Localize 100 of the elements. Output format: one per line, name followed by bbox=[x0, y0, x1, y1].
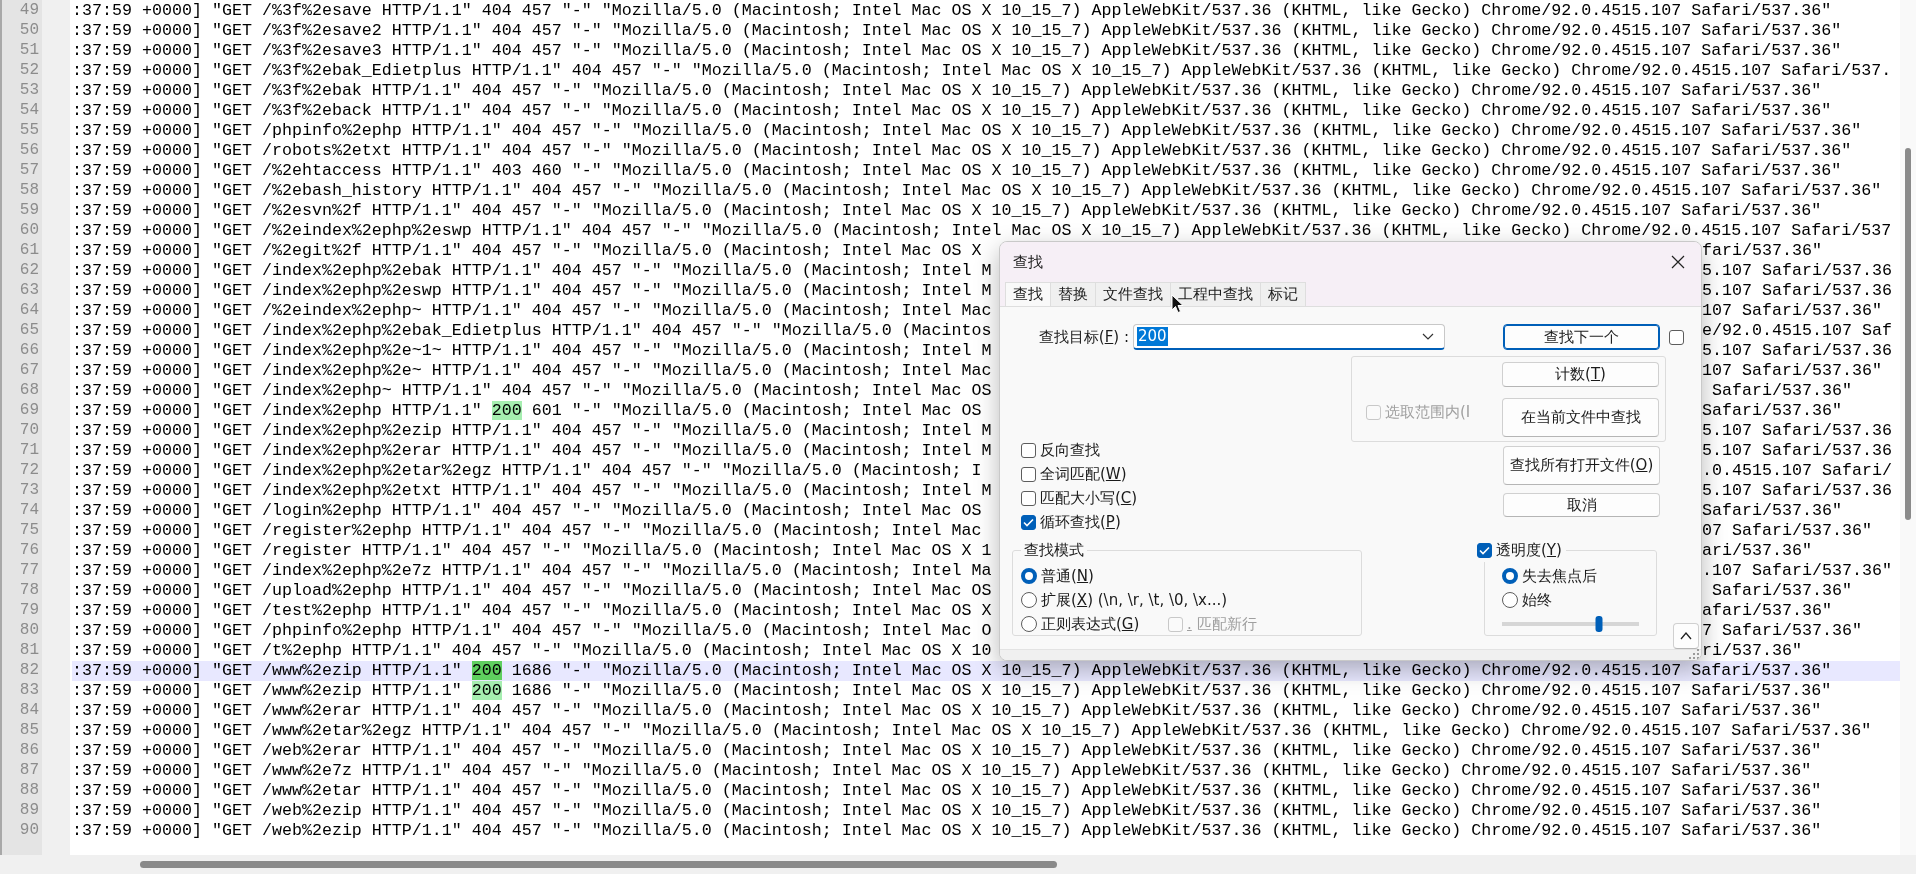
line-number: 57 bbox=[18, 161, 40, 181]
checkbox[interactable] bbox=[1021, 466, 1036, 482]
close-icon bbox=[1671, 255, 1685, 269]
code-text: :37:59 +0000] "GET /phpinfo%2ephp HTTP/1.1" 404 457 "-" "Mozilla/5.0 (Macintosh; Intel Mac OS X 10_15_7) AppleWebKit/537.36 (KHTML, like Gecko) Chrome/92.0.4515.107 Safari/537.36" bbox=[72, 121, 1862, 140]
line-number: 80 bbox=[18, 621, 40, 641]
code-text: :37:59 +0000] "GET /web%2ezip HTTP/1.1" 404 457 "-" "Mozilla/5.0 (Macintosh; Intel Mac OS X 10_15_7) AppleWebKit/537.36 (KHTML, like Gecko) Chrome/92.0.4515.107 Safari/537.36" bbox=[72, 801, 1822, 820]
line-number: 87 bbox=[18, 761, 40, 781]
dropdown-caret-icon bbox=[1422, 333, 1434, 340]
line-number: 59 bbox=[18, 201, 40, 221]
code-text: :37:59 +0000] "GET /index%2ephp HTTP/1.1" bbox=[72, 401, 483, 420]
code-text: :37:59 +0000] "GET /index%2ephp%2ebak HTTP/1.1" 404 457 "-" "Mozilla/5.0 (Macintosh; Intel M bbox=[72, 261, 992, 280]
code-text: Safari/537.36" bbox=[1702, 401, 1843, 421]
radio-label: 始终 bbox=[1522, 589, 1552, 611]
line-number: 86 bbox=[18, 741, 40, 761]
code-text: :37:59 +0000] "GET /%3f%2esave2 HTTP/1.1" 404 457 "-" "Mozilla/5.0 (Macintosh; Intel Mac OS X 10_15_7) AppleWebKit/537.36 (KHTML, like Gecko) Chrome/92.0.4515.107 Safari/537.36" bbox=[72, 21, 1842, 40]
checkbox[interactable] bbox=[1021, 490, 1036, 506]
code-text: :37:59 +0000] "GET /web%2erar HTTP/1.1" 404 457 "-" "Mozilla/5.0 (Macintosh; Intel Mac OS X 10_15_7) AppleWebKit/537.36 (KHTML, like Gecko) Chrome/92.0.4515.107 Safari/537.36" bbox=[72, 741, 1822, 760]
tab[interactable]: 工程中查找 bbox=[1170, 282, 1261, 306]
code-text: 107 Safari/537.36" bbox=[1702, 301, 1883, 321]
code-text: :37:59 +0000] "GET /t%2ephp HTTP/1.1" 404 457 "-" "Mozilla/5.0 (Macintosh; Intel Mac OS X 10 bbox=[72, 641, 992, 660]
radio-button[interactable] bbox=[1021, 616, 1037, 632]
code-text: :37:59 +0000] "GET /www%2e7z HTTP/1.1" 404 457 "-" "Mozilla/5.0 (Macintosh; Intel Mac OS X 10_15_7) AppleWebKit/537.36 (KHTML, like Gecko) Chrome/92.0.4515.107 Safari/537.36" bbox=[72, 761, 1812, 780]
radio-button[interactable] bbox=[1021, 568, 1037, 584]
line-number: 55 bbox=[18, 121, 40, 141]
selected-search-match: 200 bbox=[471, 661, 502, 680]
code-text: :37:59 +0000] "GET /%2eindex%2ephp%2eswp HTTP/1.1" 404 457 "-" "Mozilla/5.0 (Macintosh; Intel Mac OS X 10_15_7) AppleWebKit/537.36 (KHTML, like Gecko) Chrome/92.0.4515.107 Safari/537 bbox=[72, 221, 1892, 240]
line-number: 85 bbox=[18, 721, 40, 741]
code-text: ri/537.36" bbox=[1702, 641, 1803, 661]
code-text: 1686 "-" "Mozilla/5.0 (Macintosh; Intel Mac OS X 10_15_7) AppleWebKit/537.36 (KHTML, like Gecko) Chrome/92.0.4515.107 Safari/537.36" bbox=[510, 681, 1832, 700]
code-text: 5.107 Safari/537.36 bbox=[1702, 441, 1893, 461]
slider-thumb[interactable] bbox=[1595, 616, 1603, 632]
code-text: 7 Safari/537.36" bbox=[1702, 621, 1863, 641]
code-text: :37:59 +0000] "GET /%2eindex%2ephp~ HTTP/1.1" 404 457 "-" "Mozilla/5.0 (Macintosh; Intel Mac bbox=[72, 301, 992, 320]
line-number: 90 bbox=[18, 821, 40, 841]
code-text: .0.4515.107 Safari/ bbox=[1702, 461, 1893, 481]
line-number: 78 bbox=[18, 581, 40, 601]
count-button[interactable]: 计数(T) bbox=[1502, 362, 1659, 387]
tab[interactable]: 文件查找 bbox=[1095, 282, 1171, 306]
code-text: 5.107 Safari/537.36 bbox=[1702, 421, 1893, 441]
code-text: :37:59 +0000] "GET /index%2ephp%2ebak_Edietplus HTTP/1.1" 404 457 "-" "Mozilla/5.0 (Macintos bbox=[72, 321, 992, 340]
scrollbar-thumb[interactable] bbox=[140, 861, 1057, 868]
line-number: 61 bbox=[18, 241, 40, 261]
code-text: :37:59 +0000] "GET /upload%2ephp HTTP/1.1" 404 457 "-" "Mozilla/5.0 (Macintosh; Intel Mac OS bbox=[72, 581, 992, 600]
tab[interactable]: 替换 bbox=[1050, 282, 1096, 306]
code-text: afari/537.36" bbox=[1702, 601, 1833, 621]
code-text: :37:59 +0000] "GET /www%2etar HTTP/1.1" 404 457 "-" "Mozilla/5.0 (Macintosh; Intel Mac OS X 10_15_7) AppleWebKit/537.36 (KHTML, like Gecko) Chrome/92.0.4515.107 Safari/537.36" bbox=[72, 781, 1822, 800]
radio-label: 扩展(X) (\n, \r, \t, \0, \x...) bbox=[1041, 589, 1228, 611]
tab[interactable]: 标记 bbox=[1260, 282, 1306, 306]
collapse-button[interactable] bbox=[1673, 623, 1699, 649]
code-text: 601 "-" "Mozilla/5.0 (Macintosh; Intel Mac OS bbox=[530, 401, 982, 420]
code-text: :37:59 +0000] "GET /index%2ephp%2erar HTTP/1.1" 404 457 "-" "Mozilla/5.0 (Macintosh; Intel M bbox=[72, 441, 992, 460]
checkbox[interactable] bbox=[1021, 514, 1036, 530]
code-text: e/92.0.4515.107 Saf bbox=[1702, 321, 1893, 341]
checkbox-label: . 匹配新行 bbox=[1187, 613, 1257, 635]
code-text: :37:59 +0000] "GET /%2egit%2f HTTP/1.1" 404 457 "-" "Mozilla/5.0 (Macintosh; Intel Mac OS X bbox=[72, 241, 982, 260]
code-text: :37:59 +0000] "GET /index%2ephp%2e~1~ HTTP/1.1" 404 457 "-" "Mozilla/5.0 (Macintosh; Intel M bbox=[72, 341, 992, 360]
find-in-current-file-button[interactable]: 在当前文件中查找 bbox=[1502, 398, 1659, 437]
code-text: 107 Safari/537.36" bbox=[1702, 361, 1883, 381]
code-text: :37:59 +0000] "GET /robots%2etxt HTTP/1.1" 404 457 "-" "Mozilla/5.0 (Macintosh; Intel Mac OS X 10_15_7) AppleWebKit/537.36 (KHTML, like Gecko) Chrome/92.0.4515.107 Safari/537.36" bbox=[72, 141, 1852, 160]
line-number: 89 bbox=[18, 801, 40, 821]
line-number: 83 bbox=[18, 681, 40, 701]
code-text: Safari/537.36" bbox=[1711, 381, 1853, 401]
checkbox[interactable] bbox=[1669, 329, 1684, 345]
tab[interactable]: 查找 bbox=[1005, 282, 1051, 307]
line-number: 74 bbox=[18, 501, 40, 521]
radio-button[interactable] bbox=[1502, 592, 1518, 608]
checkbox[interactable] bbox=[1021, 442, 1036, 458]
code-text: :37:59 +0000] "GET /index%2ephp%2e7z HTTP/1.1" 404 457 "-" "Mozilla/5.0 (Macintosh; Intel Ma bbox=[72, 561, 992, 580]
radio-button[interactable] bbox=[1502, 568, 1518, 584]
radio-label: 普通(N) bbox=[1041, 565, 1094, 587]
line-number: 49 bbox=[18, 1, 40, 21]
code-text: :37:59 +0000] "GET /%3f%2ebak HTTP/1.1" 404 457 "-" "Mozilla/5.0 (Macintosh; Intel Mac OS X 10_15_7) AppleWebKit/537.36 (KHTML, like Gecko) Chrome/92.0.4515.107 Safari/537.36" bbox=[72, 81, 1822, 100]
line-number: 73 bbox=[18, 481, 40, 501]
cancel-button[interactable]: 取消 bbox=[1503, 493, 1660, 517]
line-number: 76 bbox=[18, 541, 40, 561]
line-number: 82 bbox=[18, 661, 40, 681]
line-number: 79 bbox=[18, 601, 40, 621]
line-number: 50 bbox=[18, 21, 40, 41]
code-text: :37:59 +0000] "GET /login%2ephp HTTP/1.1" 404 457 "-" "Mozilla/5.0 (Macintosh; Intel Mac OS bbox=[72, 501, 982, 520]
code-text: 5.107 Safari/537.36 bbox=[1702, 281, 1893, 301]
vertical-scrollbar[interactable] bbox=[1900, 0, 1916, 855]
radio-button[interactable] bbox=[1021, 592, 1037, 608]
line-number: 84 bbox=[18, 701, 40, 721]
code-text: :37:59 +0000] "GET /index%2ephp%2eswp HTTP/1.1" 404 457 "-" "Mozilla/5.0 (Macintosh; Intel M bbox=[72, 281, 992, 300]
line-number: 70 bbox=[18, 421, 40, 441]
find-next-button[interactable]: 查找下一个 bbox=[1503, 324, 1660, 350]
line-number: 64 bbox=[18, 301, 40, 321]
chevron-up-icon bbox=[1680, 632, 1692, 640]
code-text: :37:59 +0000] "GET /phpinfo%2ephp HTTP/1.1" 404 457 "-" "Mozilla/5.0 (Macintosh; Intel Mac O bbox=[72, 621, 992, 640]
horizontal-scrollbar[interactable] bbox=[0, 855, 1916, 874]
code-text: 5.107 Safari/537.36 bbox=[1702, 261, 1893, 281]
find-all-open-files-button[interactable]: 查找所有打开文件(O) bbox=[1503, 446, 1660, 485]
search-combo[interactable]: 200 bbox=[1133, 324, 1445, 350]
checkbox-label: 循环查找(P) bbox=[1040, 511, 1121, 533]
code-text: :37:59 +0000] "GET /register%2ephp HTTP/1.1" 404 457 "-" "Mozilla/5.0 (Macintosh; Intel Mac bbox=[72, 521, 982, 540]
checkbox-label: 选取范围内(I bbox=[1385, 401, 1471, 423]
checkbox-label: 全词匹配(W) bbox=[1040, 463, 1127, 485]
scrollbar-thumb[interactable] bbox=[1905, 148, 1911, 520]
line-number: 58 bbox=[18, 181, 40, 201]
checkbox[interactable] bbox=[1477, 542, 1492, 558]
